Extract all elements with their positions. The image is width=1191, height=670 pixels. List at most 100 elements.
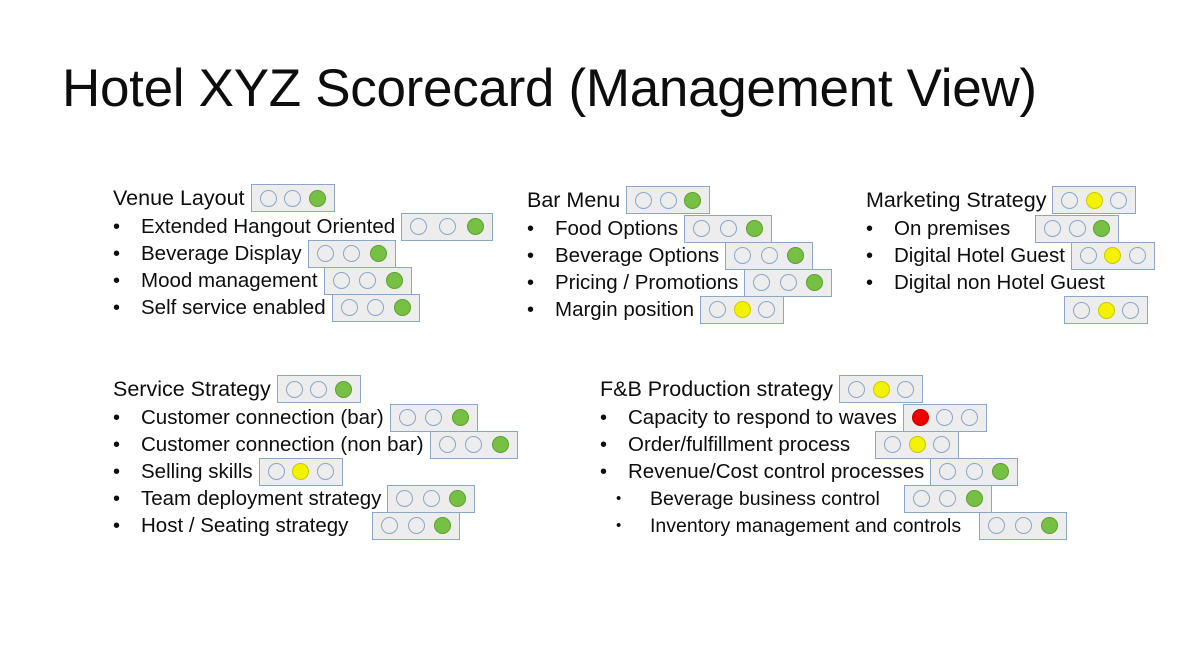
status-dot-green	[434, 517, 452, 534]
status-dot-green	[393, 299, 411, 316]
section-fnb-production-strategy: F&B Production strategy • Capacity to re…	[600, 374, 1068, 540]
status-indicator-pricing-promotions[interactable]	[744, 268, 833, 297]
bullet-icon: •	[113, 296, 121, 319]
section-heading-row: Bar Menu	[527, 185, 832, 215]
scorecard-item-label: Food Options	[555, 216, 679, 240]
bullet-icon: •	[113, 269, 121, 292]
scorecard-item-row: • Order/fulfillment process	[600, 430, 1067, 459]
status-dot-green	[467, 218, 485, 235]
scorecard-item-row: • Food Options	[527, 214, 832, 243]
status-indicator-host-seating-strategy[interactable]	[372, 511, 461, 540]
status-dot-red	[884, 436, 902, 453]
status-dot-red	[1061, 191, 1079, 209]
status-dot-yellow	[760, 247, 778, 264]
status-dot-green	[746, 220, 764, 237]
scorecard-item-label: Customer connection (bar)	[141, 405, 384, 429]
status-dot-red	[285, 380, 303, 398]
status-dot-yellow	[779, 274, 797, 291]
status-dot-green	[449, 490, 467, 507]
status-dot-red	[709, 301, 727, 318]
scorecard-item-row: • Host / Seating strategy	[113, 511, 518, 540]
scorecard-item-row: • On premises	[866, 214, 1155, 243]
scorecard-item-label: Digital non Hotel Guest	[894, 270, 1105, 294]
status-dot-yellow	[359, 272, 377, 289]
status-dot-green	[1041, 517, 1059, 534]
section-marketing-strategy: Marketing Strategy • On premises • Digit…	[866, 185, 1155, 324]
status-dot-green	[684, 191, 702, 209]
status-indicator-food-options[interactable]	[684, 214, 773, 243]
status-dot-yellow	[465, 436, 483, 453]
scorecard-item-label: Digital Hotel Guest	[894, 243, 1065, 267]
status-dot-red	[259, 189, 277, 207]
status-dot-red	[1044, 220, 1062, 237]
status-indicator-venue-layout[interactable]	[250, 184, 335, 212]
status-dot-red	[693, 220, 711, 237]
section-service-strategy: Service Strategy • Customer connection (…	[113, 374, 518, 540]
status-indicator-inventory-management-and-controls[interactable]	[979, 511, 1068, 540]
status-dot-yellow	[872, 380, 890, 398]
status-indicator-marketing-strategy[interactable]	[1052, 186, 1137, 214]
status-dot-green	[960, 409, 978, 426]
status-dot-red	[939, 463, 957, 480]
status-dot-green	[933, 436, 951, 453]
status-dot-red	[734, 247, 752, 264]
bullet-icon: •	[527, 271, 535, 294]
status-dot-green	[1128, 247, 1146, 264]
status-dot-red	[316, 245, 334, 262]
scorecard-item-label: Capacity to respond to waves	[628, 405, 897, 429]
status-dot-yellow	[425, 409, 443, 426]
status-dot-red	[410, 218, 428, 235]
status-dot-yellow	[733, 301, 751, 318]
status-dot-green	[1110, 191, 1128, 209]
status-indicator-team-deployment-strategy[interactable]	[387, 484, 476, 513]
status-indicator-digital-hotel-guest[interactable]	[1070, 241, 1155, 270]
status-indicator-fnb-production-strategy[interactable]	[839, 375, 924, 403]
status-indicator-beverage-options[interactable]	[725, 241, 814, 270]
status-dot-red	[988, 517, 1006, 534]
section-venue-layout: Venue Layout • Extended Hangout Oriented…	[113, 183, 494, 322]
status-indicator-on-premises[interactable]	[1035, 214, 1120, 243]
scorecard-item-row: • Team deployment strategy	[113, 484, 518, 513]
scorecard-item-row: • Customer connection (non bar)	[113, 430, 518, 459]
scorecard-item-label: Mood management	[141, 268, 318, 292]
status-indicator-order-fulfillment-process[interactable]	[875, 430, 960, 459]
scorecard-item-label: Pricing / Promotions	[555, 270, 739, 294]
status-indicator-selling-skills[interactable]	[258, 457, 343, 486]
status-indicator-service-strategy[interactable]	[276, 375, 361, 403]
section-heading-label: Marketing Strategy	[866, 188, 1047, 212]
scorecard-item-row: • Mood management	[113, 266, 493, 295]
status-indicator-digital-non-hotel-guest[interactable]	[1064, 296, 1148, 324]
status-dot-green	[758, 301, 776, 318]
status-dot-yellow	[284, 189, 302, 207]
status-indicator-revenue-cost-control-processes[interactable]	[930, 457, 1019, 486]
status-indicator-beverage-business-control[interactable]	[903, 484, 992, 513]
status-dot-red	[438, 436, 456, 453]
status-indicator-margin-position[interactable]	[700, 295, 785, 324]
bullet-icon: •	[616, 490, 622, 507]
scorecard-item-label: Order/fulfillment process	[628, 432, 851, 456]
scorecard-item-label: On premises	[894, 216, 1011, 240]
status-dot-red	[332, 272, 350, 289]
status-indicator-bar-menu[interactable]	[626, 186, 711, 214]
status-indicator-customer-connection-non-bar[interactable]	[429, 430, 518, 459]
status-indicator-capacity-to-respond-to-waves[interactable]	[902, 403, 987, 432]
scorecard-item-row: • Self service enabled	[113, 293, 493, 322]
section-heading-label: F&B Production strategy	[600, 377, 834, 401]
status-dot-yellow	[1068, 220, 1086, 237]
scorecard-item-row: • Customer connection (bar)	[113, 403, 518, 432]
scorecard-item-label: Self service enabled	[141, 295, 326, 319]
scorecard-item-row: • Digital Hotel Guest	[866, 241, 1155, 270]
status-dot-red	[267, 463, 285, 480]
bullet-icon: •	[600, 433, 608, 456]
scorecard-item-row: • Extended Hangout Oriented	[113, 212, 494, 241]
status-indicator-extended-hangout-oriented[interactable]	[401, 212, 494, 241]
status-indicator-customer-connection-bar[interactable]	[389, 403, 478, 432]
status-indicator-self-service-enabled[interactable]	[331, 293, 420, 322]
status-indicator-beverage-display[interactable]	[307, 239, 396, 268]
bullet-icon: •	[866, 271, 874, 294]
status-indicator-mood-management[interactable]	[323, 266, 412, 295]
status-dot-yellow	[1085, 191, 1103, 209]
status-dot-green	[1122, 301, 1139, 319]
status-dot-red	[1073, 301, 1090, 319]
bullet-icon: •	[113, 487, 121, 510]
